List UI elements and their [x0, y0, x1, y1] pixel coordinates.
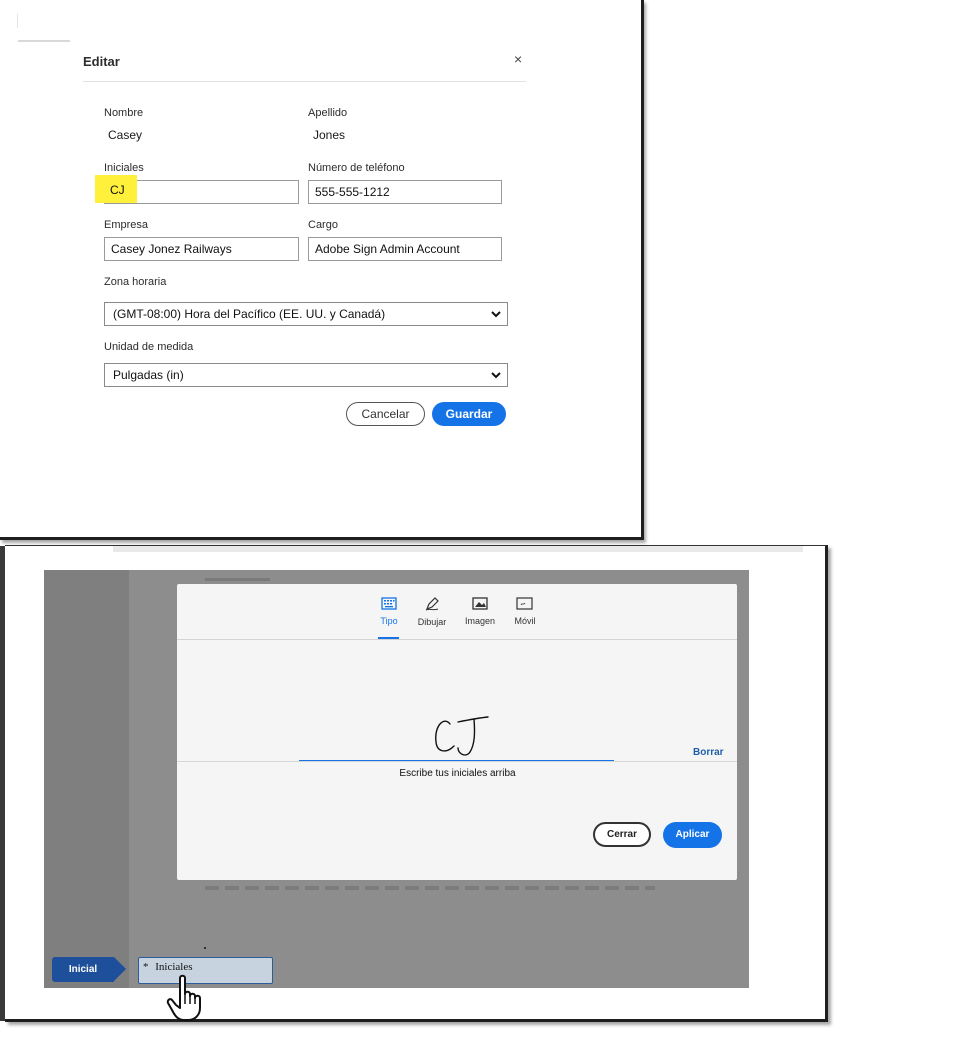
tab-imagen[interactable]: Imagen	[463, 597, 497, 626]
apellido-value: Jones	[313, 128, 346, 142]
inicial-badge: Inicial	[52, 957, 114, 982]
dialog-title: Editar	[83, 54, 120, 69]
tab-label: Dibujar	[417, 617, 447, 627]
required-marker: *	[143, 961, 149, 973]
divider	[17, 14, 18, 28]
empresa-input[interactable]: Casey Jonez Railways	[104, 237, 299, 261]
apellido-label: Apellido	[308, 107, 348, 119]
close-button[interactable]: Cerrar	[593, 822, 651, 847]
cancel-button[interactable]: Cancelar	[346, 402, 425, 426]
chevron-down-icon	[491, 311, 501, 318]
cargo-label: Cargo	[308, 219, 338, 231]
divider	[83, 81, 526, 82]
signature-caption: Escribe tus iniciales arriba	[399, 768, 516, 779]
tab-label: Imagen	[464, 616, 496, 626]
empresa-label: Empresa	[104, 219, 149, 231]
tab-label: Móvil	[514, 616, 536, 626]
apply-button[interactable]: Aplicar	[663, 822, 722, 848]
divider	[18, 40, 70, 42]
divider	[177, 761, 737, 762]
close-icon[interactable]: ×	[514, 51, 522, 67]
tab-label: Tipo	[380, 616, 398, 626]
field-label: Iniciales	[155, 961, 193, 973]
chevron-down-icon	[491, 372, 501, 379]
background-dot	[204, 947, 206, 949]
telefono-input[interactable]: 555-555-1212	[308, 180, 502, 204]
nombre-label: Nombre	[104, 107, 144, 119]
zona-label: Zona horaria	[104, 276, 167, 288]
unidad-value: Pulgadas (in)	[113, 368, 184, 382]
pen-draw-icon	[425, 597, 439, 611]
divider	[205, 578, 270, 581]
tab-movil[interactable]: Móvil	[511, 597, 539, 626]
backdrop-sidebar	[44, 570, 129, 988]
hand-pointer-icon	[166, 974, 201, 1021]
tab-dibujar[interactable]: Dibujar	[415, 597, 449, 627]
nombre-value: Casey	[108, 128, 143, 142]
divider	[113, 546, 803, 552]
divider	[177, 639, 737, 640]
unidad-label: Unidad de medida	[104, 341, 194, 353]
divider	[0, 546, 5, 1021]
badge-arrow	[114, 957, 126, 981]
initials-signature	[435, 716, 489, 756]
mobile-icon	[516, 597, 533, 610]
clear-link[interactable]: Borrar	[693, 747, 724, 758]
tab-tipo[interactable]: Tipo	[377, 597, 401, 626]
iniciales-label: Iniciales	[104, 162, 144, 174]
image-icon	[472, 597, 488, 610]
iniciales-value: CJ	[110, 183, 125, 197]
keyboard-icon	[381, 597, 397, 610]
telefono-label: Número de teléfono	[308, 162, 405, 174]
cargo-input[interactable]: Adobe Sign Admin Account	[308, 237, 502, 261]
unidad-select[interactable]: Pulgadas (in)	[104, 363, 508, 387]
background-text-line	[205, 886, 655, 890]
zona-select[interactable]: (GMT-08:00) Hora del Pacífico (EE. UU. y…	[104, 302, 508, 326]
zona-value: (GMT-08:00) Hora del Pacífico (EE. UU. y…	[113, 307, 386, 321]
save-button[interactable]: Guardar	[432, 402, 506, 426]
